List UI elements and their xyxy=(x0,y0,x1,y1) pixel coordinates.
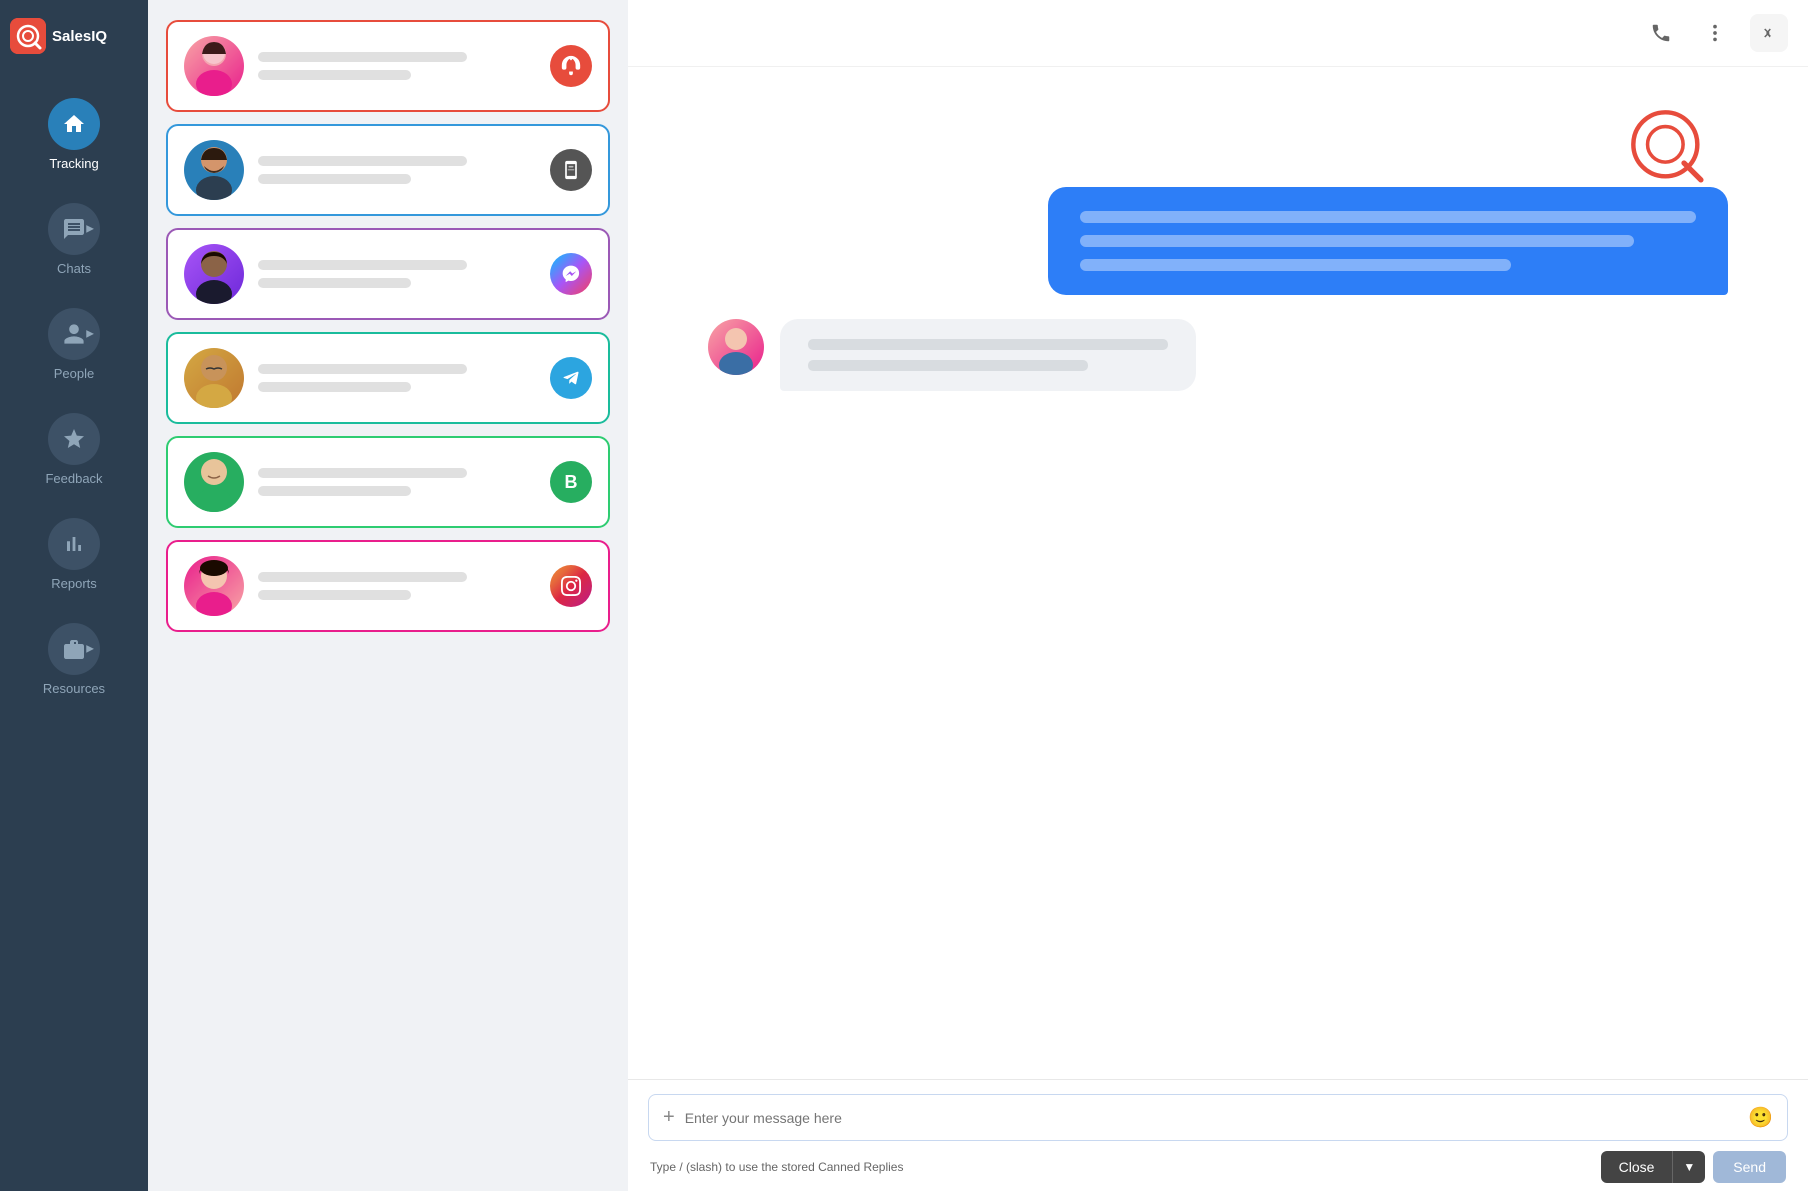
channel-icon-messenger xyxy=(550,253,592,295)
avatar-5 xyxy=(184,452,244,512)
close-dropdown-button[interactable]: ▼ xyxy=(1672,1151,1705,1183)
right-panel: + 🙂 Type / (slash) to use the stored Can… xyxy=(628,0,1808,1191)
skeleton-name-1 xyxy=(258,52,467,62)
channel-icon-instagram xyxy=(550,565,592,607)
action-buttons: Close ▼ Send xyxy=(1601,1151,1786,1183)
sidebar-nav: Tracking ▶ Chats ▶ People xyxy=(0,72,148,1191)
chat-icon xyxy=(62,217,86,241)
channel-icon-mobile xyxy=(550,149,592,191)
incoming-message xyxy=(780,319,1196,391)
sidebar-item-label-feedback: Feedback xyxy=(45,471,102,486)
chat-card-2[interactable] xyxy=(166,124,610,216)
skeleton-name-6 xyxy=(258,572,467,582)
emoji-button[interactable]: 🙂 xyxy=(1748,1105,1773,1130)
msg-skeleton-1 xyxy=(1080,211,1696,223)
sidebar-item-resources[interactable]: ▶ Resources xyxy=(0,607,148,712)
salesiq-watermark xyxy=(1628,107,1708,187)
sidebar-item-feedback[interactable]: Feedback xyxy=(0,397,148,502)
channel-icon-businesschat: B xyxy=(550,461,592,503)
canned-replies-hint: Type / (slash) to use the stored Canned … xyxy=(650,1160,903,1174)
sidebar-item-label-tracking: Tracking xyxy=(49,156,98,171)
people-chevron: ▶ xyxy=(86,329,94,340)
skeleton-name-2 xyxy=(258,156,467,166)
skeleton-name-4 xyxy=(258,364,467,374)
chat-input-area: + 🙂 Type / (slash) to use the stored Can… xyxy=(628,1079,1808,1191)
incoming-message-wrap xyxy=(708,319,1728,391)
close-chat-button[interactable]: Close xyxy=(1601,1151,1673,1183)
logo-text: SalesIQ xyxy=(52,28,107,45)
skeleton-msg-2 xyxy=(258,174,411,184)
send-message-button[interactable]: Send xyxy=(1713,1151,1786,1183)
input-actions-bar: Type / (slash) to use the stored Canned … xyxy=(648,1151,1788,1183)
resources-chevron: ▶ xyxy=(86,644,94,655)
skeleton-msg-4 xyxy=(258,382,411,392)
message-input-row: + 🙂 xyxy=(648,1094,1788,1141)
right-header xyxy=(628,0,1808,67)
sidebar-item-label-resources: Resources xyxy=(43,681,105,696)
sidebar-item-label-chats: Chats xyxy=(57,261,91,276)
resources-icon-wrap: ▶ xyxy=(48,623,100,675)
feedback-icon-wrap xyxy=(48,413,100,465)
incoming-skeleton-1 xyxy=(808,339,1168,350)
skeleton-msg-6 xyxy=(258,590,411,600)
bar-chart-icon xyxy=(62,532,86,556)
incoming-skeleton-2 xyxy=(808,360,1088,371)
sidebar-item-reports[interactable]: Reports xyxy=(0,502,148,607)
home-icon xyxy=(62,112,86,136)
logo-icon xyxy=(10,18,46,54)
chat-card-1[interactable] xyxy=(166,20,610,112)
avatar-2 xyxy=(184,140,244,200)
avatar-3 xyxy=(184,244,244,304)
sidebar-item-label-people: People xyxy=(54,366,94,381)
add-attachment-button[interactable]: + xyxy=(663,1106,675,1129)
skeleton-msg-5 xyxy=(258,486,411,496)
chat-list-panel: B xyxy=(148,0,628,1191)
chat-card-5[interactable]: B xyxy=(166,436,610,528)
skeleton-name-5 xyxy=(258,468,467,478)
more-options-button[interactable] xyxy=(1696,14,1734,52)
chats-chevron: ▶ xyxy=(86,224,94,235)
chat-card-4[interactable] xyxy=(166,332,610,424)
sidebar: SalesIQ Tracking ▶ Chats xyxy=(0,0,148,1191)
channel-icon-telegram xyxy=(550,357,592,399)
message-input[interactable] xyxy=(685,1110,1738,1126)
card-content-2 xyxy=(258,156,536,184)
card-content-1 xyxy=(258,52,536,80)
msg-skeleton-3 xyxy=(1080,259,1511,271)
tracking-icon-wrap xyxy=(48,98,100,150)
avatar-6 xyxy=(184,556,244,616)
avatar-1 xyxy=(184,36,244,96)
card-content-6 xyxy=(258,572,536,600)
card-content-5 xyxy=(258,468,536,496)
incoming-avatar xyxy=(708,319,764,375)
chat-card-6[interactable] xyxy=(166,540,610,632)
star-icon xyxy=(62,427,86,451)
expand-button[interactable] xyxy=(1750,14,1788,52)
sidebar-item-tracking[interactable]: Tracking xyxy=(0,82,148,187)
sidebar-item-label-reports: Reports xyxy=(51,576,97,591)
briefcase-icon xyxy=(62,637,86,661)
person-icon xyxy=(62,322,86,346)
outgoing-message xyxy=(1048,187,1728,295)
skeleton-msg-3 xyxy=(258,278,411,288)
sidebar-item-people[interactable]: ▶ People xyxy=(0,292,148,397)
channel-icon-support xyxy=(550,45,592,87)
skeleton-name-3 xyxy=(258,260,467,270)
msg-skeleton-2 xyxy=(1080,235,1634,247)
logo: SalesIQ xyxy=(0,0,148,72)
skeleton-msg-1 xyxy=(258,70,411,80)
reports-icon-wrap xyxy=(48,518,100,570)
people-icon-wrap: ▶ xyxy=(48,308,100,360)
card-content-4 xyxy=(258,364,536,392)
chat-area xyxy=(628,67,1808,1079)
sidebar-item-chats[interactable]: ▶ Chats xyxy=(0,187,148,292)
phone-button[interactable] xyxy=(1642,14,1680,52)
avatar-4 xyxy=(184,348,244,408)
chats-icon-wrap: ▶ xyxy=(48,203,100,255)
card-content-3 xyxy=(258,260,536,288)
chat-card-3[interactable] xyxy=(166,228,610,320)
